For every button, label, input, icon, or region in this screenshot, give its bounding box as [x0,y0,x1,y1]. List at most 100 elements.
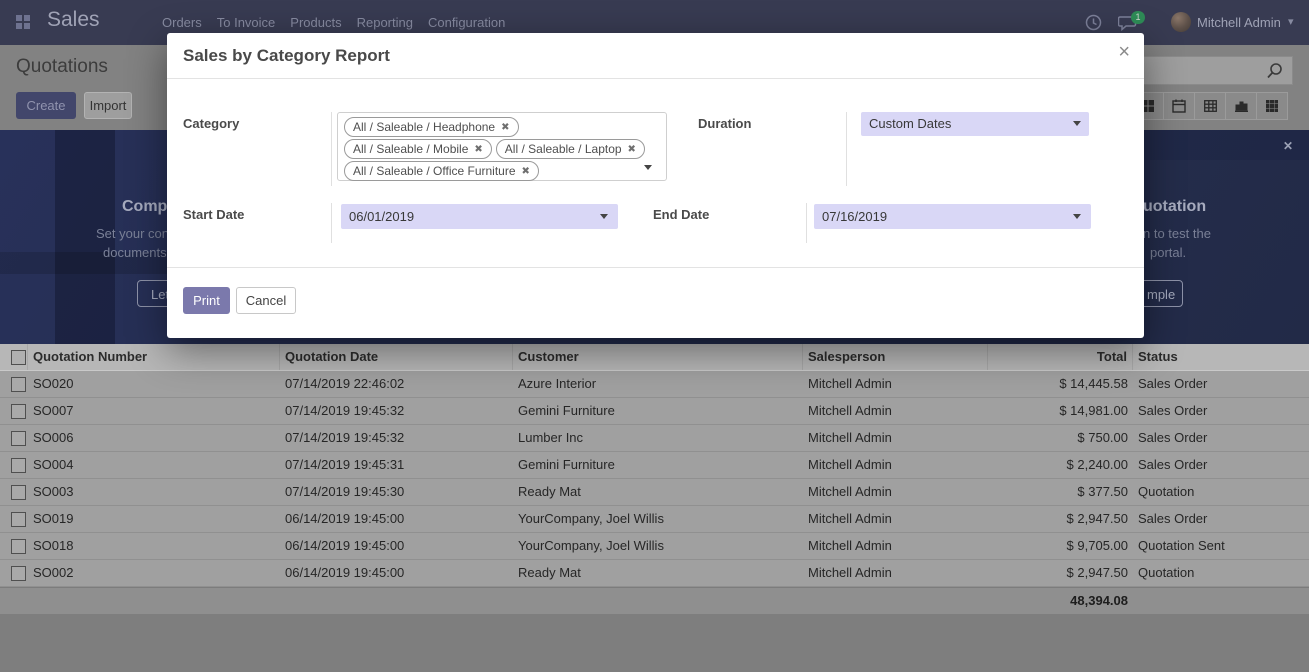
cancel-button[interactable]: Cancel [236,287,296,314]
cell-quotation-date: 07/14/2019 19:45:32 [280,398,513,424]
banner-left-text: documents [103,245,167,260]
view-pivot-button[interactable] [1194,92,1226,120]
table-row[interactable]: SO020 07/14/2019 22:46:02 Azure Interior… [0,371,1309,398]
dialog-title: Sales by Category Report [183,46,390,66]
row-checkbox[interactable] [11,431,26,446]
header-status[interactable]: Status [1133,344,1309,370]
activities-clock-icon[interactable] [1085,14,1102,31]
cell-salesperson: Mitchell Admin [803,425,988,451]
divider [331,112,332,186]
cell-customer: Azure Interior [513,371,803,397]
user-avatar[interactable] [1171,12,1191,32]
end-date-field[interactable]: 07/16/2019 [814,204,1091,229]
row-checkbox[interactable] [11,512,26,527]
cell-total: $ 377.50 [988,479,1133,505]
category-label: Category [183,116,239,131]
header-quotation-date[interactable]: Quotation Date [280,344,513,370]
cell-quotation-number: SO007 [28,398,280,424]
cell-total: $ 14,445.58 [988,371,1133,397]
cell-customer: YourCompany, Joel Willis [513,533,803,559]
user-menu[interactable]: Mitchell Admin [1197,15,1281,30]
row-checkbox[interactable] [11,377,26,392]
cell-customer: Ready Mat [513,479,803,505]
banner-close-icon[interactable]: ✕ [1283,139,1293,153]
header-quotation-number[interactable]: Quotation Number [28,344,280,370]
cell-salesperson: Mitchell Admin [803,533,988,559]
search-icon[interactable] [1266,62,1284,80]
cell-total: $ 9,705.00 [988,533,1133,559]
cell-status: Quotation Sent [1133,533,1309,559]
header-total[interactable]: Total [988,344,1133,370]
menu-to-invoice[interactable]: To Invoice [217,15,276,30]
table-row[interactable]: SO019 06/14/2019 19:45:00 YourCompany, J… [0,506,1309,533]
divider [806,203,807,243]
user-menu-caret-icon[interactable]: ▾ [1288,15,1294,28]
message-count-badge: 1 [1131,11,1145,24]
cell-salesperson: Mitchell Admin [803,560,988,586]
table-row[interactable]: SO007 07/14/2019 19:45:32 Gemini Furnitu… [0,398,1309,425]
cell-status: Sales Order [1133,398,1309,424]
apps-menu-icon[interactable] [16,15,30,29]
row-checkbox[interactable] [11,404,26,419]
view-calendar-button[interactable] [1163,92,1195,120]
table-row[interactable]: SO004 07/14/2019 19:45:31 Gemini Furnitu… [0,452,1309,479]
calendar-icon [1172,99,1186,113]
pivot-icon [1204,100,1217,112]
cell-status: Sales Order [1133,452,1309,478]
create-button[interactable]: Create [16,92,76,119]
row-checkbox[interactable] [11,485,26,500]
cell-customer: Gemini Furniture [513,398,803,424]
menu-orders[interactable]: Orders [162,15,202,30]
import-button[interactable]: Import [84,92,132,119]
header-customer[interactable]: Customer [513,344,803,370]
tag-remove-icon[interactable]: ✖ [628,144,636,155]
cell-customer: Lumber Inc [513,425,803,451]
divider [331,203,332,243]
cell-quotation-date: 07/14/2019 19:45:31 [280,452,513,478]
cell-customer: Ready Mat [513,560,803,586]
table-total-row: 48,394.08 [0,587,1309,614]
select-all-checkbox[interactable] [11,350,26,365]
cell-quotation-date: 06/14/2019 19:45:00 [280,533,513,559]
table-row[interactable]: SO006 07/14/2019 19:45:32 Lumber Inc Mit… [0,425,1309,452]
table-row[interactable]: SO002 06/14/2019 19:45:00 Ready Mat Mitc… [0,560,1309,587]
category-tag: All / Saleable / Office Furniture✖ [344,161,539,181]
row-checkbox[interactable] [11,566,26,581]
apps-grid-square [24,15,30,21]
cell-total: $ 750.00 [988,425,1133,451]
cell-status: Sales Order [1133,371,1309,397]
cell-status: Sales Order [1133,425,1309,451]
grid-icon [1266,100,1278,112]
print-button[interactable]: Print [183,287,230,314]
banner-right-text: n to test the [1143,226,1211,241]
view-list-button[interactable] [1256,92,1288,120]
menu-products[interactable]: Products [290,15,341,30]
table-row[interactable]: SO003 07/14/2019 19:45:30 Ready Mat Mitc… [0,479,1309,506]
category-tags-field[interactable]: All / Saleable / Headphone✖ All / Saleab… [337,112,667,181]
sales-by-category-dialog: Sales by Category Report × Category All … [167,33,1144,338]
table-row[interactable]: SO018 06/14/2019 19:45:00 YourCompany, J… [0,533,1309,560]
apps-grid-square [24,23,30,29]
cell-salesperson: Mitchell Admin [803,479,988,505]
start-date-field[interactable]: 06/01/2019 [341,204,618,229]
select-caret-icon [1073,121,1081,126]
category-dropdown-caret-icon[interactable] [644,165,652,170]
menu-configuration[interactable]: Configuration [428,15,505,30]
dialog-close-icon[interactable]: × [1118,41,1130,64]
bar-chart-icon [1235,100,1248,112]
menu-reporting[interactable]: Reporting [357,15,413,30]
tag-remove-icon[interactable]: ✖ [522,166,530,177]
tag-remove-icon[interactable]: ✖ [474,144,482,155]
duration-select[interactable]: Custom Dates [861,112,1089,136]
header-salesperson[interactable]: Salesperson [803,344,988,370]
cell-quotation-date: 06/14/2019 19:45:00 [280,506,513,532]
divider [167,267,1144,268]
row-checkbox[interactable] [11,539,26,554]
cell-total: $ 14,981.00 [988,398,1133,424]
app-title[interactable]: Sales [47,8,100,32]
divider [846,112,847,186]
tag-remove-icon[interactable]: ✖ [501,122,509,133]
view-switcher [1133,92,1288,120]
row-checkbox[interactable] [11,458,26,473]
view-graph-button[interactable] [1225,92,1257,120]
